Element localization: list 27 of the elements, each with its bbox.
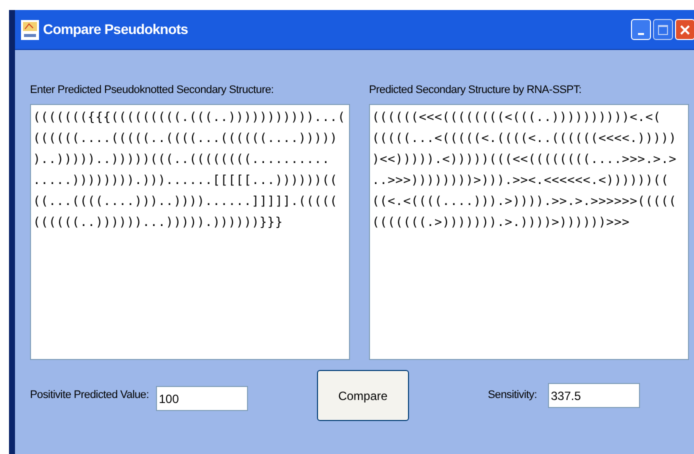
app-icon xyxy=(21,20,39,40)
structure-line: (((((((.>))))))).>.))))>))))))>>> xyxy=(372,213,630,231)
structure-label: Predicted Secondary Structure by RNA-SSPT: xyxy=(369,83,582,97)
structure-text-area[interactable] xyxy=(369,104,689,360)
structure-line: ((((((..))))))...))))).))))))}}} xyxy=(33,213,283,231)
structure-line: ((((((....(((((..((((...((((((....))))) xyxy=(33,129,338,147)
sensitivity-label: Sensitivity: xyxy=(488,388,537,404)
sensitivity-field[interactable]: 337.5 xyxy=(548,383,640,408)
ppv-field[interactable]: 100 xyxy=(156,386,248,411)
structure-line: ((<.<((((....))).>)))).>>.>.>>>>>>((((( xyxy=(372,192,677,210)
structure-line: ..>>>))))))))>))).>><.<<<<<<.<))))))(( xyxy=(372,171,669,189)
structure-line: (((((...<(((((<.((((<..((((((<<<<.))))) xyxy=(372,129,677,147)
structure-line: ((((((({{{(((((((((.(((..)))))))))))...( xyxy=(33,108,346,126)
structure-line: )<<))))).<)))))(((<<((((((((....>>>.>.> xyxy=(372,150,677,168)
structure-text-area[interactable] xyxy=(30,104,350,360)
close-icon xyxy=(680,24,690,34)
structure-line: .....)))))))).)))......[[[[[...))))))(( xyxy=(33,171,338,189)
structure-line: ((((((<<<((((((((<(((..))))))))))<.<( xyxy=(372,108,661,126)
structure-line: )..)))))..)))))(((..((((((((.......... xyxy=(33,150,330,168)
compare-button[interactable]: Compare xyxy=(316,370,409,421)
window-title: Compare Pseudoknots xyxy=(43,20,188,39)
structure-line: ((...((((....)))..))))......]]]]].((((( xyxy=(33,192,338,210)
close-button[interactable] xyxy=(675,19,694,40)
structure-label: Enter Predicted Pseudoknotted Secondary Structure: xyxy=(30,83,275,97)
ppv-label: Positivite Predicted Value: xyxy=(30,388,149,404)
maximize-button[interactable] xyxy=(653,19,673,40)
minimize-button[interactable] xyxy=(631,19,651,40)
